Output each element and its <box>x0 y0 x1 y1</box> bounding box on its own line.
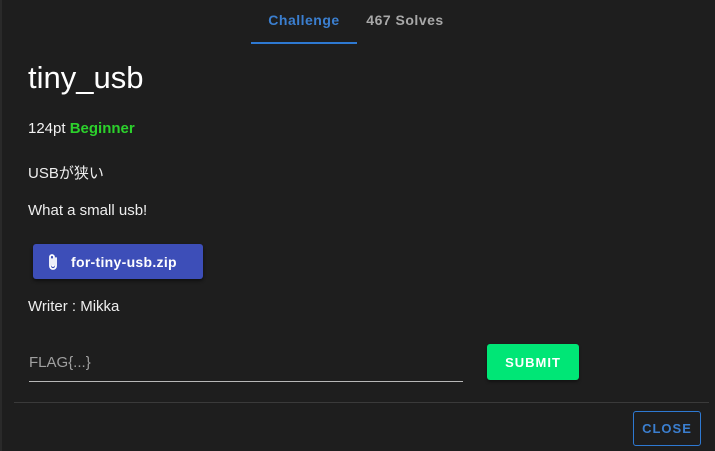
tab-bar: Challenge 467 Solves <box>251 0 453 44</box>
download-file-button[interactable]: for-tiny-usb.zip <box>33 244 203 279</box>
challenge-meta: 124pt Beginner <box>28 120 135 137</box>
paperclip-icon <box>47 253 61 271</box>
flag-input[interactable] <box>29 345 463 379</box>
tab-solves[interactable]: 467 Solves <box>357 0 453 42</box>
challenge-title: tiny_usb <box>28 60 144 95</box>
writer-credit: Writer : Mikka <box>28 298 120 315</box>
tab-challenge[interactable]: Challenge <box>251 0 357 44</box>
challenge-category: Beginner <box>69 120 135 137</box>
description-japanese: USBが狭い <box>28 165 104 182</box>
close-button[interactable]: CLOSE <box>633 411 701 446</box>
footer-divider <box>14 402 709 403</box>
left-edge-strip <box>0 0 2 451</box>
download-file-label: for-tiny-usb.zip <box>71 253 177 270</box>
challenge-points: 124pt <box>28 120 66 137</box>
flag-field-wrapper <box>29 345 463 382</box>
description-english: What a small usb! <box>28 202 148 219</box>
submit-button[interactable]: SUBMIT <box>487 344 579 380</box>
